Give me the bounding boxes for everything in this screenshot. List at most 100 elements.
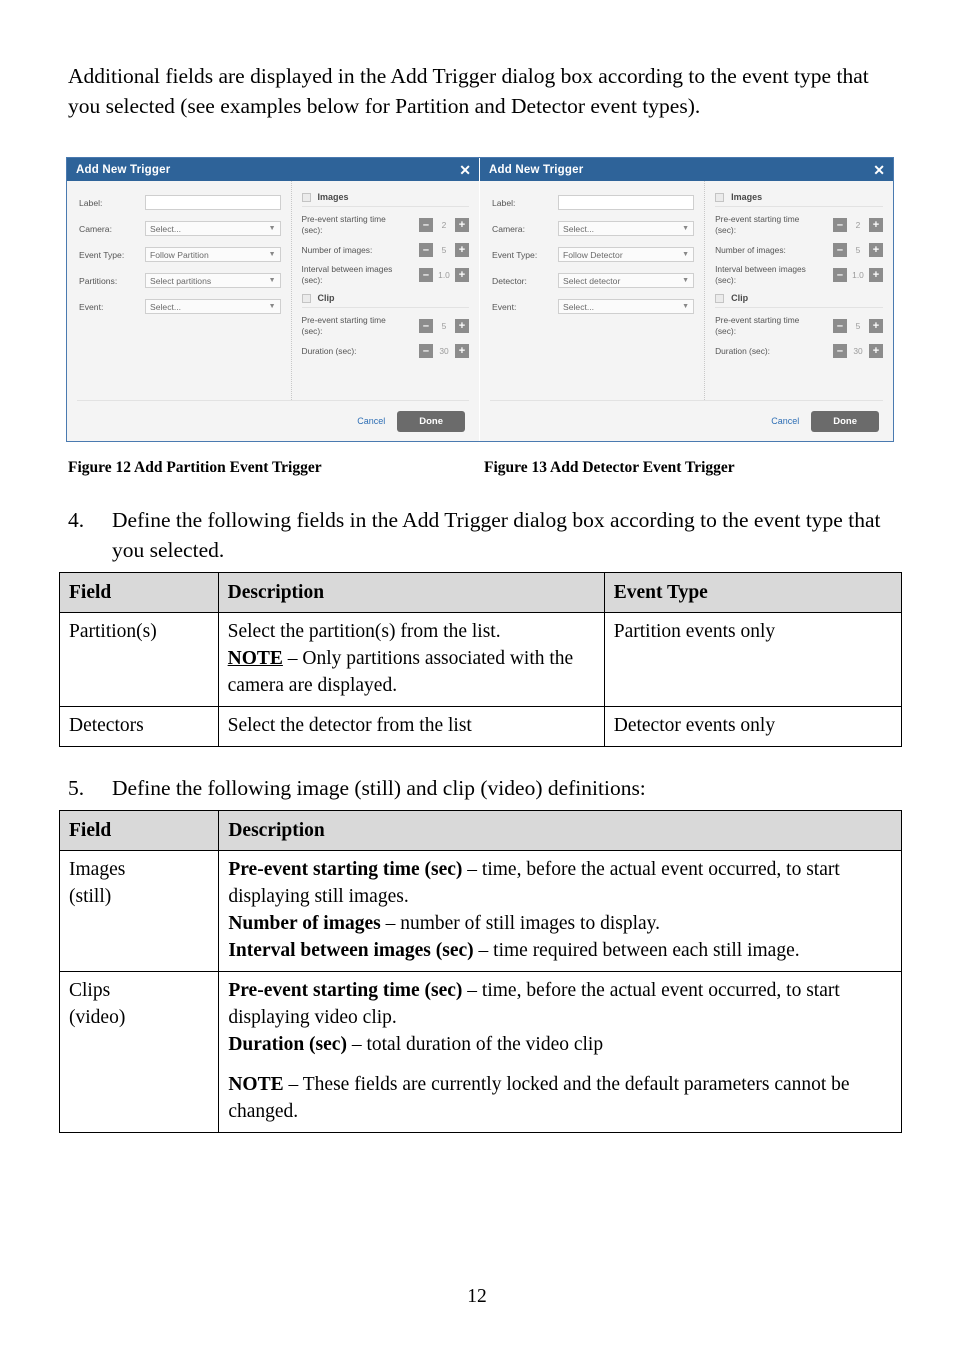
stepper-number-of-images: Number of images: – 5 + xyxy=(715,243,883,257)
checkbox-icon[interactable] xyxy=(715,192,725,202)
increment-button[interactable]: + xyxy=(868,268,883,282)
increment-button[interactable]: + xyxy=(868,319,883,333)
field-label: Camera: xyxy=(492,223,525,234)
camera-select[interactable]: Select... ▼ xyxy=(145,221,281,236)
dialog-footer: Cancel Done xyxy=(77,400,469,441)
increment-button[interactable]: + xyxy=(454,243,469,257)
field-label: Label: xyxy=(79,197,103,208)
note-paragraph: NOTE – These fields are currently locked… xyxy=(228,1071,892,1125)
increment-button[interactable]: + xyxy=(868,344,883,358)
done-button[interactable]: Done xyxy=(397,410,465,432)
decrement-button[interactable]: – xyxy=(832,218,847,232)
cell-description: Pre-event starting time (sec) – time, be… xyxy=(218,971,902,1133)
label-input[interactable] xyxy=(558,195,695,210)
divider xyxy=(301,307,469,308)
decrement-button[interactable]: – xyxy=(832,243,847,257)
stepper-label: Pre-event starting time (sec): xyxy=(715,315,800,336)
stepper-value[interactable]: 1.0 xyxy=(847,270,869,280)
checkbox-icon[interactable] xyxy=(301,293,311,303)
table-row: Images (still) Pre-event starting time (… xyxy=(58,850,902,972)
stepper-value[interactable]: 5 xyxy=(847,245,869,255)
chevron-down-icon: ▼ xyxy=(682,251,690,258)
stepper-value[interactable]: 2 xyxy=(847,220,869,230)
stepper-value[interactable]: 5 xyxy=(847,321,869,331)
clip-checkbox-row[interactable]: Clip xyxy=(301,293,469,303)
form-row-event-type: Event Type: Follow Partition ▼ xyxy=(79,246,281,263)
decrement-button[interactable]: – xyxy=(832,319,847,333)
detector-select[interactable]: Select detector ▼ xyxy=(558,273,695,288)
cancel-button[interactable]: Cancel xyxy=(357,416,385,426)
term: Number of images xyxy=(228,913,381,934)
decrement-button[interactable]: – xyxy=(418,243,433,257)
decrement-button[interactable]: – xyxy=(832,344,847,358)
cell-description: Select the detector from the list xyxy=(217,706,605,747)
stepper-value[interactable]: 30 xyxy=(847,346,869,356)
clip-section-label: Clip xyxy=(731,293,749,303)
images-section-label: Images xyxy=(317,192,349,202)
increment-button[interactable]: + xyxy=(454,218,469,232)
partitions-select[interactable]: Select partitions ▼ xyxy=(145,273,281,288)
event-type-select[interactable]: Follow Partition ▼ xyxy=(145,247,281,262)
decrement-button[interactable]: – xyxy=(418,218,433,232)
dialog-title: Add New Trigger xyxy=(76,163,171,176)
decrement-button[interactable]: – xyxy=(418,268,433,282)
close-icon[interactable]: ✕ xyxy=(873,163,885,177)
camera-select[interactable]: Select... ▼ xyxy=(558,221,695,236)
event-type-select[interactable]: Follow Detector ▼ xyxy=(558,247,695,262)
add-new-trigger-detector-dialog: Add New Trigger ✕ Label: Camera: Select.… xyxy=(480,158,893,441)
stepper-value[interactable]: 5 xyxy=(433,245,455,255)
cell-field: Clips (video) xyxy=(58,971,220,1133)
label-input[interactable] xyxy=(145,195,281,210)
increment-button[interactable]: + xyxy=(868,218,883,232)
column-header-field: Field xyxy=(58,810,220,851)
field-value: Select... xyxy=(150,301,182,312)
cell-field: Detectors xyxy=(59,706,219,747)
page-number: 12 xyxy=(467,1286,487,1307)
stepper-interval-between-images: Interval between images (sec): – 1.0 + xyxy=(302,264,469,286)
images-checkbox-row[interactable]: Images xyxy=(301,192,469,202)
column-header-description: Description xyxy=(217,572,605,613)
checkbox-icon[interactable] xyxy=(715,293,725,303)
stepper-value[interactable]: 1.0 xyxy=(433,270,455,280)
stepper-control: – 30 + xyxy=(832,344,883,358)
table-row: Partition(s) Select the partition(s) fro… xyxy=(59,612,903,707)
stepper-pre-event-image: Pre-event starting time (sec): – 2 + xyxy=(715,214,883,236)
images-checkbox-row[interactable]: Images xyxy=(715,192,883,202)
stepper-pre-event-image: Pre-event starting time (sec): – 2 + xyxy=(302,214,469,236)
event-select[interactable]: Select... ▼ xyxy=(145,299,281,314)
dialog-media-pane: Images Pre-event starting time (sec): – … xyxy=(292,181,479,400)
step-text: Define the following fields in the Add T… xyxy=(112,508,881,562)
decrement-button[interactable]: – xyxy=(418,344,433,358)
stepper-value[interactable]: 5 xyxy=(433,321,455,331)
increment-button[interactable]: + xyxy=(454,268,469,282)
stepper-value[interactable]: 2 xyxy=(433,220,455,230)
decrement-button[interactable]: – xyxy=(418,319,433,333)
done-button[interactable]: Done xyxy=(811,410,879,432)
increment-button[interactable]: + xyxy=(454,319,469,333)
increment-button[interactable]: + xyxy=(454,344,469,358)
close-icon[interactable]: ✕ xyxy=(459,163,471,177)
form-row-partitions: Partitions: Select partitions ▼ xyxy=(79,272,281,289)
stepper-number-of-images: Number of images: – 5 + xyxy=(302,243,469,257)
cell-field: Images (still) xyxy=(58,850,220,972)
note-label: NOTE xyxy=(228,1074,284,1095)
decrement-button[interactable]: – xyxy=(832,268,847,282)
clip-checkbox-row[interactable]: Clip xyxy=(715,293,883,303)
chevron-down-icon: ▼ xyxy=(268,303,276,310)
cell-event-type: Detector events only xyxy=(603,706,903,747)
form-row-camera: Camera: Select... ▼ xyxy=(79,220,281,237)
dialog-titlebar: Add New Trigger ✕ xyxy=(67,158,479,181)
increment-button[interactable]: + xyxy=(868,243,883,257)
checkbox-icon[interactable] xyxy=(301,192,311,202)
cell-description: Pre-event starting time (sec) – time, be… xyxy=(218,850,902,972)
stepper-interval-between-images: Interval between images (sec): – 1.0 + xyxy=(715,264,883,286)
chevron-down-icon: ▼ xyxy=(268,225,276,232)
field-value: Select detector xyxy=(563,275,621,286)
stepper-value[interactable]: 30 xyxy=(433,346,455,356)
table-header-row: Field Description xyxy=(58,810,902,851)
field-label: Event Type: xyxy=(492,249,538,260)
stepper-label: Interval between images (sec): xyxy=(715,264,806,285)
event-select[interactable]: Select... ▼ xyxy=(558,299,695,314)
cancel-button[interactable]: Cancel xyxy=(771,416,799,426)
form-row-event: Event: Select... ▼ xyxy=(79,298,281,315)
